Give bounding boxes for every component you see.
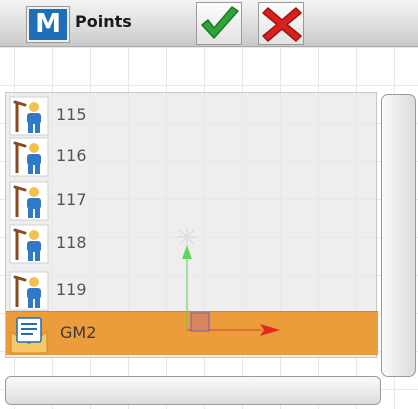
list-item-label: GM2 bbox=[60, 323, 97, 342]
list-item[interactable]: 118 bbox=[6, 222, 378, 266]
cancel-button[interactable] bbox=[258, 2, 304, 45]
surveyor-icon bbox=[9, 224, 49, 264]
surveyor-icon bbox=[9, 271, 49, 311]
list-item-label: 118 bbox=[56, 233, 87, 252]
list-item[interactable]: 116 bbox=[6, 135, 378, 179]
list-item-label: 115 bbox=[56, 105, 87, 124]
list-item[interactable]: 115 bbox=[6, 94, 378, 138]
app-logo[interactable]: M bbox=[26, 6, 70, 43]
surveyor-icon bbox=[9, 181, 49, 221]
page-title: Points bbox=[75, 12, 132, 31]
close-icon bbox=[262, 7, 302, 42]
list-item-selected[interactable]: GM2 bbox=[6, 311, 378, 355]
logo-letter: M bbox=[29, 9, 67, 40]
note-envelope-icon bbox=[9, 314, 49, 354]
list-item-label: 117 bbox=[56, 190, 87, 209]
points-list: 115 116 117 118 119 GM2 bbox=[5, 92, 378, 358]
surveyor-icon bbox=[9, 96, 49, 136]
vertical-scrollbar[interactable] bbox=[381, 94, 416, 377]
list-item[interactable]: 119 bbox=[6, 269, 378, 313]
surveyor-icon bbox=[9, 137, 49, 177]
bottom-input-bar[interactable] bbox=[5, 376, 381, 405]
checkmark-icon bbox=[201, 6, 239, 39]
title-bar: M Points bbox=[0, 0, 418, 47]
list-item[interactable]: 117 bbox=[6, 179, 378, 223]
list-item-label: 116 bbox=[56, 146, 87, 165]
list-item-label: 119 bbox=[56, 280, 87, 299]
confirm-button[interactable] bbox=[196, 2, 242, 45]
